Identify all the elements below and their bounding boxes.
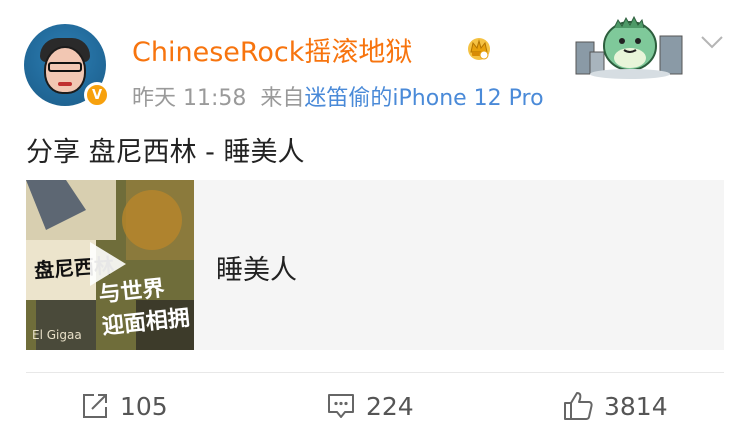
post-header: V ChineseRock摇滚地狱 昨天 11:58 来自迷笛偷的iPhone 1… bbox=[24, 15, 726, 112]
username[interactable]: ChineseRock摇滚地狱 bbox=[132, 30, 412, 69]
comment-count: 224 bbox=[366, 391, 414, 421]
source-prefix: 来自 bbox=[260, 86, 305, 111]
dinosaur-sticker bbox=[575, 15, 683, 79]
music-card[interactable]: 盘尼西林 与世界 迎面相拥 El Gigaa 睡美人 bbox=[26, 180, 724, 350]
post-time: 昨天 11:58 bbox=[132, 86, 247, 111]
post-meta: 昨天 11:58 来自迷笛偷的iPhone 12 Pro bbox=[132, 80, 544, 112]
share-icon bbox=[83, 394, 107, 418]
verified-badge-icon: V bbox=[84, 82, 110, 108]
comment-button[interactable]: 224 bbox=[326, 384, 414, 428]
song-title[interactable]: 睡美人 bbox=[216, 248, 297, 287]
action-bar: 105 224 3814 bbox=[0, 384, 750, 428]
divider bbox=[26, 372, 724, 373]
comment-icon bbox=[328, 394, 354, 418]
album-cover[interactable]: 盘尼西林 与世界 迎面相拥 El Gigaa bbox=[26, 180, 194, 350]
crown-icon[interactable] bbox=[464, 35, 494, 61]
like-count: 3814 bbox=[604, 391, 668, 421]
avatar-glasses bbox=[48, 62, 82, 72]
chevron-down-icon[interactable] bbox=[700, 34, 724, 50]
repost-button[interactable]: 105 bbox=[80, 384, 168, 428]
thumbs-up-icon bbox=[564, 392, 593, 420]
like-button[interactable]: 3814 bbox=[562, 384, 668, 428]
post-text: 分享 盘尼西林 - 睡美人 bbox=[26, 137, 305, 168]
cover-bottom-text: El Gigaa bbox=[32, 328, 82, 342]
avatar-mouth bbox=[58, 82, 72, 86]
repost-count: 105 bbox=[120, 391, 168, 421]
cover-art-text: 与世界 迎面相拥 bbox=[97, 276, 192, 340]
post-source-link[interactable]: 迷笛偷的iPhone 12 Pro bbox=[304, 86, 543, 111]
